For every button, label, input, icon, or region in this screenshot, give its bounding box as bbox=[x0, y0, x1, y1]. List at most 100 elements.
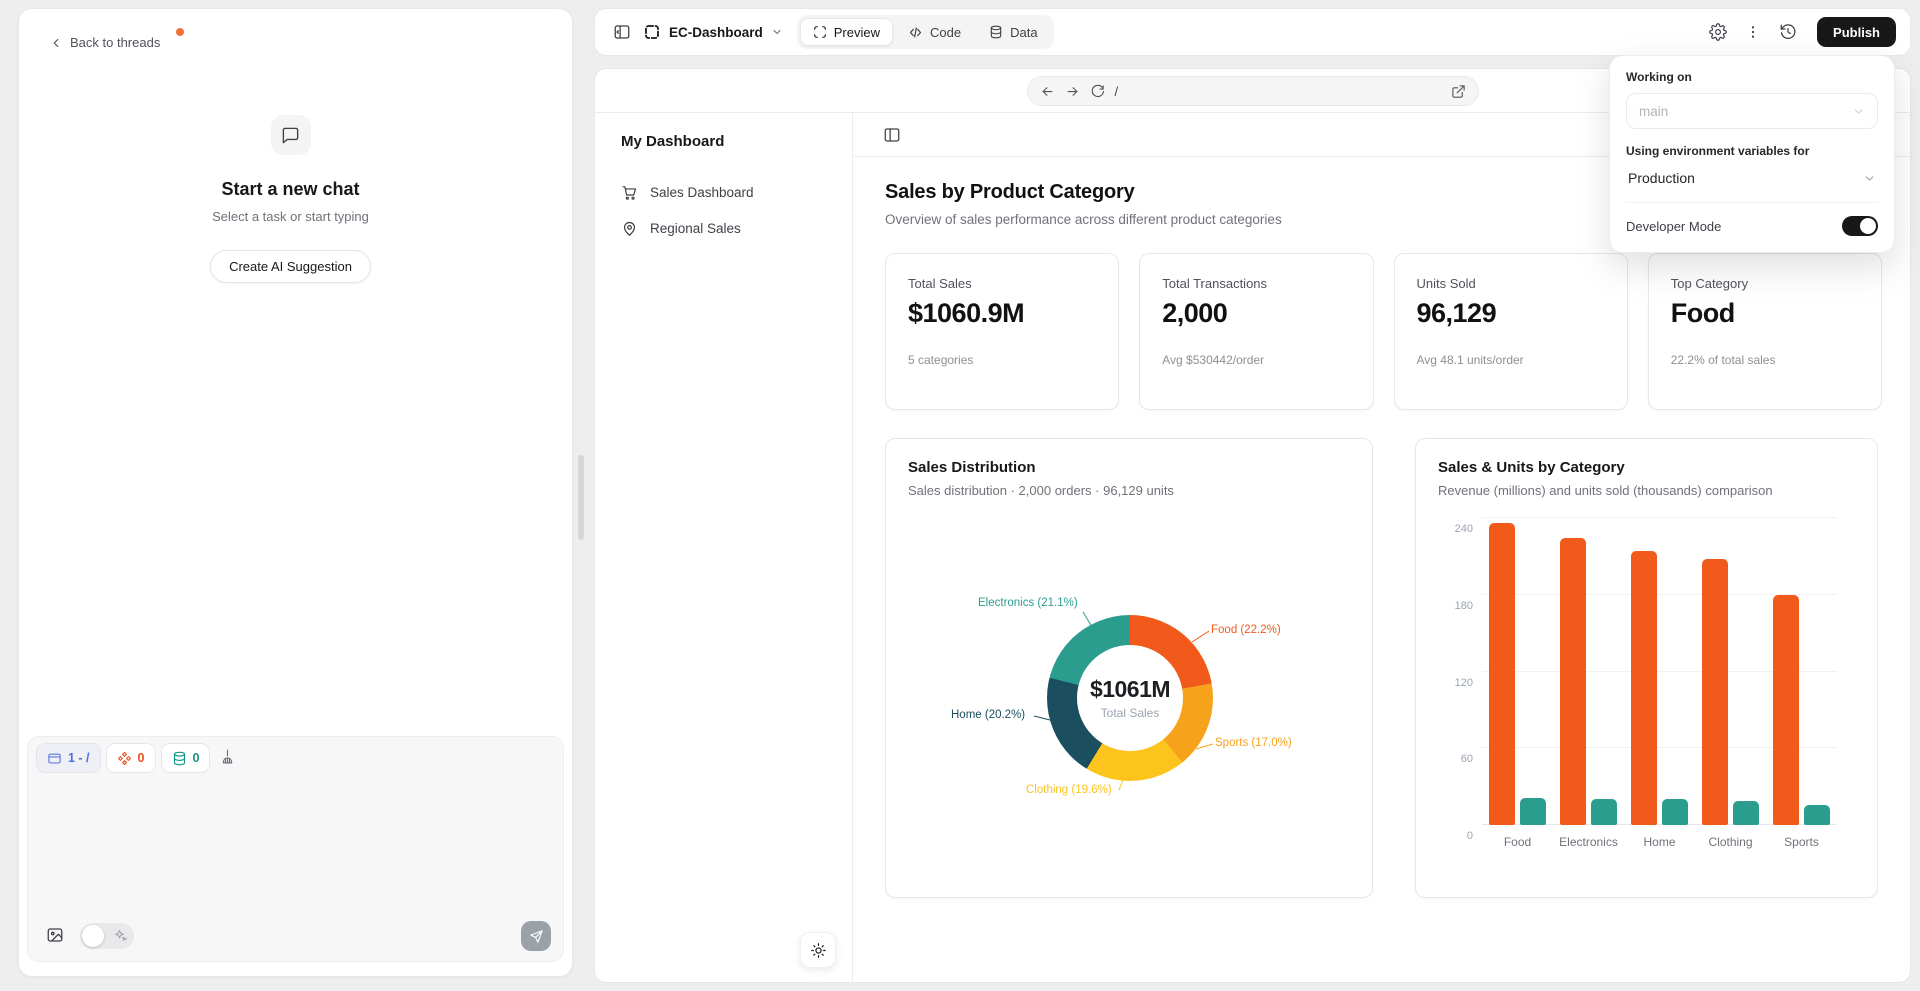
theme-toggle-button[interactable] bbox=[800, 932, 836, 968]
components-chip[interactable]: 0 bbox=[106, 743, 156, 773]
map-pin-icon bbox=[621, 220, 638, 237]
history-icon bbox=[1779, 23, 1797, 41]
stat-note: 22.2% of total sales bbox=[1671, 353, 1859, 367]
chat-bubble-icon bbox=[271, 115, 311, 155]
bar-plot: 060120180240 bbox=[1482, 518, 1837, 825]
toggle-knob bbox=[82, 925, 104, 947]
branch-select-value: main bbox=[1639, 104, 1668, 119]
stat-note: Avg $530442/order bbox=[1162, 353, 1350, 367]
browser-window-icon bbox=[47, 751, 62, 766]
x-axis-label: Food bbox=[1482, 835, 1553, 849]
data-chip-count: 0 bbox=[193, 751, 200, 765]
paper-plane-icon bbox=[529, 929, 544, 944]
stat-value: Food bbox=[1671, 298, 1859, 329]
nav-forward-icon[interactable] bbox=[1065, 84, 1080, 99]
bar bbox=[1489, 523, 1515, 825]
x-axis-label: Home bbox=[1624, 835, 1695, 849]
branch-select[interactable]: main bbox=[1626, 93, 1878, 129]
bar bbox=[1733, 801, 1759, 825]
y-axis-tick: 180 bbox=[1455, 600, 1473, 612]
scan-icon bbox=[813, 25, 827, 39]
code-icon bbox=[908, 25, 923, 40]
stat-label: Total Transactions bbox=[1162, 276, 1350, 291]
image-icon bbox=[46, 926, 64, 944]
project-logo-icon bbox=[643, 23, 661, 41]
back-to-threads-label: Back to threads bbox=[70, 35, 160, 50]
publish-button[interactable]: Publish bbox=[1817, 17, 1896, 47]
attach-image-button[interactable] bbox=[42, 922, 68, 951]
tab-data[interactable]: Data bbox=[976, 18, 1050, 46]
donut-chart: $1061M Total Sales Food (22.2%) Sports (… bbox=[908, 512, 1350, 852]
donut-label-home: Home (20.2%) bbox=[951, 709, 1025, 721]
toggle-knob bbox=[1860, 218, 1876, 234]
chart-title: Sales Distribution bbox=[908, 459, 1350, 476]
open-external-icon[interactable] bbox=[1451, 84, 1466, 99]
url-path[interactable]: / bbox=[1115, 84, 1441, 99]
chevron-down-icon bbox=[1852, 105, 1865, 118]
chart-subtitle: Sales distribution · 2,000 orders · 96,1… bbox=[908, 483, 1350, 498]
database-icon bbox=[172, 751, 187, 766]
stat-value: 96,129 bbox=[1417, 298, 1605, 329]
developer-mode-label: Developer Mode bbox=[1626, 219, 1721, 234]
chat-scrollbar-thumb[interactable] bbox=[578, 455, 584, 540]
bar bbox=[1702, 559, 1728, 825]
tab-code[interactable]: Code bbox=[895, 18, 974, 46]
toggle-preview-sidebar-button[interactable] bbox=[879, 122, 905, 148]
url-bar[interactable]: / bbox=[1027, 76, 1479, 106]
bar bbox=[1591, 799, 1617, 825]
stat-value: 2,000 bbox=[1162, 298, 1350, 329]
chevron-left-icon bbox=[49, 36, 63, 50]
collapse-sidebar-button[interactable] bbox=[609, 19, 635, 45]
gear-icon bbox=[1709, 23, 1727, 41]
x-axis-label: Clothing bbox=[1695, 835, 1766, 849]
y-axis-tick: 240 bbox=[1455, 523, 1473, 535]
refresh-icon[interactable] bbox=[1090, 84, 1105, 99]
dashboard-sidebar-title: My Dashboard bbox=[621, 133, 826, 150]
bar-group-sports bbox=[1766, 518, 1837, 825]
ai-mode-toggle[interactable] bbox=[80, 923, 134, 949]
project-menu-button[interactable]: EC-Dashboard bbox=[643, 23, 783, 41]
stat-label: Top Category bbox=[1671, 276, 1859, 291]
chat-input-area[interactable]: 1 - / 0 0 bbox=[27, 736, 564, 962]
tab-preview[interactable]: Preview bbox=[800, 18, 893, 46]
broom-icon bbox=[219, 748, 236, 765]
more-options-button[interactable] bbox=[1741, 20, 1765, 44]
sidebar-item-sales-dashboard[interactable]: Sales Dashboard bbox=[621, 180, 826, 204]
history-button[interactable] bbox=[1775, 19, 1801, 45]
bar bbox=[1560, 538, 1586, 825]
bar bbox=[1520, 798, 1546, 825]
view-mode-tabs: Preview Code Data bbox=[797, 15, 1054, 49]
create-ai-suggestion-button[interactable]: Create AI Suggestion bbox=[210, 250, 371, 283]
stats-grid: Total Sales $1060.9M 5 categories Total … bbox=[885, 253, 1882, 410]
chart-subtitle: Revenue (millions) and units sold (thous… bbox=[1438, 483, 1855, 498]
database-icon bbox=[989, 25, 1003, 39]
dashboard-sidebar: My Dashboard Sales Dashboard Regional Sa… bbox=[595, 113, 853, 982]
sidebar-item-regional-sales[interactable]: Regional Sales bbox=[621, 216, 826, 240]
stat-label: Total Sales bbox=[908, 276, 1096, 291]
bar bbox=[1773, 595, 1799, 825]
divider bbox=[1626, 202, 1878, 203]
notification-dot bbox=[176, 28, 184, 36]
developer-mode-toggle[interactable] bbox=[1842, 216, 1878, 236]
sun-icon bbox=[810, 942, 827, 959]
donut-label-sports: Sports (17.0%) bbox=[1215, 737, 1292, 749]
chat-empty-subtitle: Select a task or start typing bbox=[19, 209, 562, 224]
back-to-threads-link[interactable]: Back to threads bbox=[49, 35, 160, 50]
env-vars-label: Using environment variables for bbox=[1626, 144, 1878, 158]
pages-chip-label: 1 - / bbox=[68, 751, 90, 765]
donut-center: $1061M Total Sales bbox=[1077, 645, 1183, 751]
settings-button[interactable] bbox=[1705, 19, 1731, 45]
bar-group-electronics bbox=[1553, 518, 1624, 825]
environment-select[interactable]: Production bbox=[1626, 167, 1878, 189]
pages-chip[interactable]: 1 - / bbox=[36, 743, 101, 773]
sparkle-cursor-icon bbox=[112, 928, 127, 943]
data-chip[interactable]: 0 bbox=[161, 743, 211, 773]
send-button[interactable] bbox=[521, 921, 551, 951]
nav-back-icon[interactable] bbox=[1040, 84, 1055, 99]
chevron-down-icon bbox=[1863, 172, 1876, 185]
bar-group-home bbox=[1624, 518, 1695, 825]
tab-code-label: Code bbox=[930, 25, 961, 40]
y-axis-tick: 60 bbox=[1461, 753, 1473, 765]
cleanup-button[interactable] bbox=[215, 744, 240, 772]
bar bbox=[1804, 805, 1830, 825]
